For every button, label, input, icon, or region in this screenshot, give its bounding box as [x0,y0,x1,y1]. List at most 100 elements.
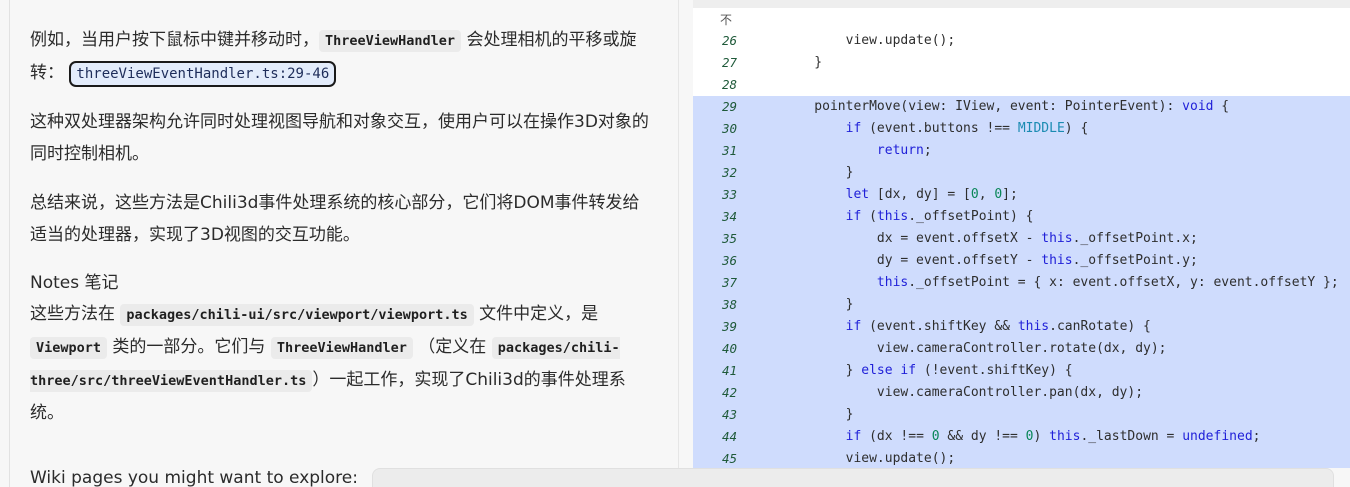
code-token: this [1041,253,1073,268]
code-line: 26 view.update(); [693,30,1350,52]
line-number: 43 [721,407,737,422]
collapse-row: 不 [693,8,1350,30]
code-token: ; [923,143,932,158]
line-number: 45 [721,451,737,466]
code-line: 31 return; [693,140,1350,162]
code-text: view.update(); [783,448,956,468]
code-line: 37 this._offsetPoint = { x: event.offset… [693,272,1350,294]
notes-text: 这些方法在 [30,304,121,324]
code-token: , [978,187,995,202]
code-token: view.update(); [783,451,956,466]
panel-border [9,0,10,487]
code-token: this [876,209,909,224]
answer-content: 例如，当用户按下鼠标中键并移动时， ThreeViewHandler 会处理相机的… [30,24,655,446]
notes-text: （定义在 [412,337,492,357]
code-token: (dx !== [861,429,932,444]
source-reference-link[interactable]: threeViewEventHandler.ts:29-46 [69,61,337,87]
code-token: if [845,121,862,136]
code-line: 29 pointerMove(view: IView, event: Point… [693,96,1350,118]
code-text: return; [783,140,932,162]
inline-code-viewport: Viewport [30,337,108,359]
code-token: 0 [994,187,1003,202]
code-token: ._offsetPoint = { x: event.offsetX, y: e… [908,275,1339,290]
line-number: 40 [721,341,737,356]
code-token: { [1213,99,1230,114]
code-token: (event.buttons !== [861,121,1018,136]
inline-code-threeviewhandler: ThreeViewHandler [270,337,413,359]
code-token: MIDDLE [1017,121,1065,136]
code-line: 43 } [693,404,1350,426]
line-number: 38 [721,297,737,312]
code-text: pointerMove(view: IView, event: PointerE… [783,96,1229,118]
code-token: this [1041,231,1073,246]
collapse-up-icon[interactable]: 不 [720,11,732,28]
code-text: dx = event.offsetX - this._offsetPoint.x… [783,228,1198,250]
code-line: 33 let [dx, dy] = [0, 0]; [693,184,1350,206]
code-token: view.cameraController.rotate(dx, dy); [783,341,1167,356]
code-text: view.cameraController.pan(dx, dy); [783,382,1143,404]
paragraph-camera-handling: 例如，当用户按下鼠标中键并移动时， ThreeViewHandler 会处理相机的… [30,24,655,89]
code-text: } [783,52,822,74]
notes-text: 文件中定义，是 [473,304,599,324]
line-number: 37 [721,275,737,290]
code-token: dy = event.offsetY - [783,253,1042,268]
code-token: view.update(); [783,33,956,48]
notes-paragraph: 这些方法在 packages/chili-ui/src/viewport/vie… [30,298,655,429]
code-token: 0 [970,187,979,202]
line-number: 35 [721,231,737,246]
code-token: dx = event.offsetX - [783,231,1042,246]
code-text: view.cameraController.rotate(dx, dy); [783,338,1167,360]
answer-panel: 例如，当用户按下鼠标中键并移动时， ThreeViewHandler 会处理相机的… [0,0,680,487]
line-number: 26 [721,33,737,48]
notes-text: 类的一部分。它们与 [107,337,271,357]
line-number: 39 [721,319,737,334]
code-line: 40 view.cameraController.rotate(dx, dy); [693,338,1350,360]
pane-divider[interactable] [678,0,679,487]
inline-code-threeviewhandler: ThreeViewHandler [319,30,462,52]
code-token: else if [861,363,917,378]
line-number: 34 [721,209,737,224]
code-token: } [783,55,823,70]
code-token: } [783,363,862,378]
wiki-pages-heading: Wiki pages you might want to explore: [30,468,358,487]
code-line: 39 if (event.shiftKey && this.canRotate)… [693,316,1350,338]
code-viewer[interactable]: 不 26 view.update(); 27 } 28 29 pointerMove(… [693,0,1350,468]
code-token: ) [1033,429,1050,444]
code-token: } [783,407,854,422]
code-token: undefined [1182,429,1253,444]
code-line: 44 if (dx !== 0 && dy !== 0) this._lastD… [693,426,1350,448]
code-token: } [783,165,854,180]
code-line: 27 } [693,52,1350,74]
code-text: this._offsetPoint = { x: event.offsetX, … [783,272,1339,294]
code-line: 35 dx = event.offsetX - this._offsetPoin… [693,228,1350,250]
line-number: 42 [721,385,737,400]
code-text: } [783,404,854,426]
code-token: void [1182,99,1214,114]
code-text: } else if (!event.shiftKey) { [783,360,1073,382]
paragraph-summary: 总结来说，这些方法是Chili3d事件处理系统的核心部分，它们将DOM事件转发给… [30,193,640,245]
code-line: 41 } else if (!event.shiftKey) { [693,360,1350,382]
code-text: dy = event.offsetY - this._offsetPoint.y… [783,250,1198,272]
code-line: 42 view.cameraController.pan(dx, dy); [693,382,1350,404]
line-number: 30 [721,121,737,136]
notes-heading: Notes 笔记 [30,273,119,293]
code-text: let [dx, dy] = [0, 0]; [783,184,1018,206]
code-line: 36 dy = event.offsetY - this._offsetPoin… [693,250,1350,272]
code-token: 0 [931,429,940,444]
line-number: 31 [721,143,737,158]
code-line: 28 [693,74,1350,96]
code-token: if [845,209,862,224]
code-token: ) { [1064,121,1089,136]
code-token: ; [1252,429,1261,444]
code-line: 34 if (this._offsetPoint) { [693,206,1350,228]
code-token: (event.shiftKey && [861,319,1018,334]
code-token: ._offsetPoint.x; [1072,231,1198,246]
code-text: if (dx !== 0 && dy !== 0) this._lastDown… [783,426,1261,448]
line-number: 27 [721,55,737,70]
code-token: ( [861,209,877,224]
chat-input-bar[interactable] [372,468,1334,487]
code-token: let [845,187,870,202]
